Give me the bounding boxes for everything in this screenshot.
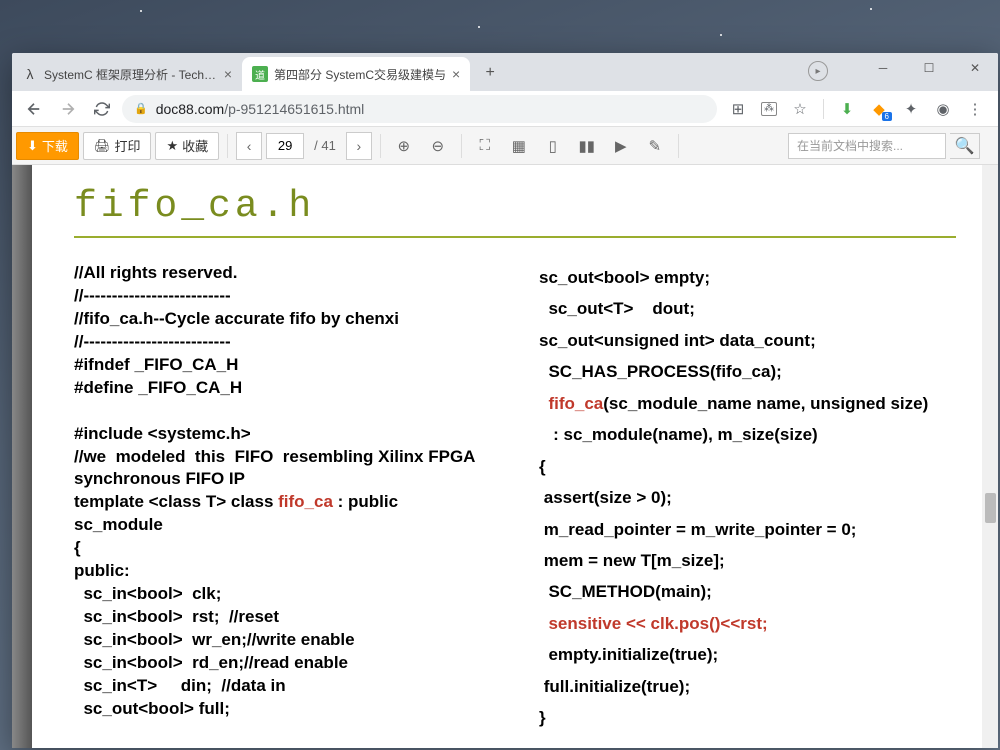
tab-inactive[interactable]: λ SystemC 框架原理分析 - Tech No × (12, 57, 242, 91)
forward-button[interactable] (54, 95, 82, 123)
translate-icon[interactable]: ⁂ (761, 102, 777, 116)
close-icon[interactable]: × (452, 66, 460, 82)
next-page-button[interactable]: › (346, 132, 372, 160)
search-input[interactable]: 在当前文档中搜索... (788, 133, 946, 159)
download-button[interactable]: ⬇下载 (16, 132, 79, 160)
address-actions: ⊞ ⁂ ☆ ⬇ ◆6 ✦ ◉ ⋮ (723, 99, 990, 119)
page-input[interactable] (266, 133, 304, 159)
page-title: fifo_ca.h (74, 181, 956, 238)
url-path: /p-951214651615.html (224, 101, 364, 117)
download-label: 下载 (42, 136, 68, 155)
url-domain: doc88.com (156, 101, 224, 117)
extension-icon[interactable]: ◆6 (870, 100, 888, 118)
document-viewport: fifo_ca.h //All rights reserved.//------… (12, 165, 998, 748)
tab-label: SystemC 框架原理分析 - Tech No (44, 66, 218, 83)
qr-icon[interactable]: ⊞ (729, 100, 747, 118)
tab-active[interactable]: 道 第四部分 SystemC交易级建模与 × (242, 57, 470, 91)
new-tab-button[interactable]: + (476, 59, 504, 87)
page-total: / 41 (308, 138, 342, 153)
doc-icon: 道 (252, 66, 268, 82)
address-bar: 🔒 doc88.com/p-951214651615.html ⊞ ⁂ ☆ ⬇ … (12, 91, 998, 127)
document-toolbar: ⬇下载 🖨打印 ★收藏 ‹ / 41 › ⊕ ⊖ ⛶ ▦ ▯ ▮▮ ▶ ✎ 在当… (12, 127, 998, 165)
scroll-thumb[interactable] (985, 493, 996, 523)
url-input[interactable]: 🔒 doc88.com/p-951214651615.html (122, 95, 717, 123)
download-icon: ⬇ (27, 138, 38, 154)
document-page: fifo_ca.h //All rights reserved.//------… (32, 165, 998, 748)
back-button[interactable] (20, 95, 48, 123)
print-label: 打印 (114, 136, 140, 155)
titlebar: λ SystemC 框架原理分析 - Tech No × 道 第四部分 Syst… (12, 53, 998, 91)
fingerprint-icon[interactable]: ◉ (934, 100, 952, 118)
page-edge (12, 165, 32, 748)
zoom-out-icon[interactable]: ⊖ (423, 132, 453, 160)
lambda-icon: λ (22, 66, 38, 82)
fullscreen-icon[interactable]: ⛶ (470, 132, 500, 160)
edit-icon[interactable]: ✎ (640, 132, 670, 160)
scrollbar[interactable] (982, 165, 998, 748)
single-page-icon[interactable]: ▯ (538, 132, 568, 160)
window-controls: ─ ☐ ✕ (860, 53, 998, 83)
browser-window: λ SystemC 框架原理分析 - Tech No × 道 第四部分 Syst… (12, 53, 998, 748)
minimize-button[interactable]: ─ (860, 53, 906, 83)
reload-button[interactable] (88, 95, 116, 123)
close-icon[interactable]: × (224, 66, 232, 82)
bookmark-icon[interactable]: ☆ (791, 100, 809, 118)
prev-page-button[interactable]: ‹ (236, 132, 262, 160)
lock-icon: 🔒 (134, 102, 148, 115)
two-page-icon[interactable]: ▮▮ (572, 132, 602, 160)
zoom-in-icon[interactable]: ⊕ (389, 132, 419, 160)
puzzle-icon[interactable]: ✦ (902, 100, 920, 118)
tab-label: 第四部分 SystemC交易级建模与 (274, 66, 446, 83)
cast-icon[interactable]: ▸ (808, 61, 828, 81)
favorite-label: 收藏 (182, 136, 208, 155)
favorite-button[interactable]: ★收藏 (155, 132, 219, 160)
maximize-button[interactable]: ☐ (906, 53, 952, 83)
code-column-left: //All rights reserved.//----------------… (74, 262, 491, 734)
grid-view-icon[interactable]: ▦ (504, 132, 534, 160)
star-icon: ★ (166, 138, 178, 154)
badge-count: 6 (882, 112, 892, 121)
present-icon[interactable]: ▶ (606, 132, 636, 160)
code-column-right: sc_out<bool> empty; sc_out<T> dout;sc_ou… (539, 262, 956, 734)
search-button[interactable]: 🔍 (950, 133, 980, 159)
close-window-button[interactable]: ✕ (952, 53, 998, 83)
download-ext-icon[interactable]: ⬇ (838, 100, 856, 118)
print-icon: 🖨 (94, 138, 111, 154)
menu-icon[interactable]: ⋮ (966, 100, 984, 118)
print-button[interactable]: 🖨打印 (83, 132, 152, 160)
